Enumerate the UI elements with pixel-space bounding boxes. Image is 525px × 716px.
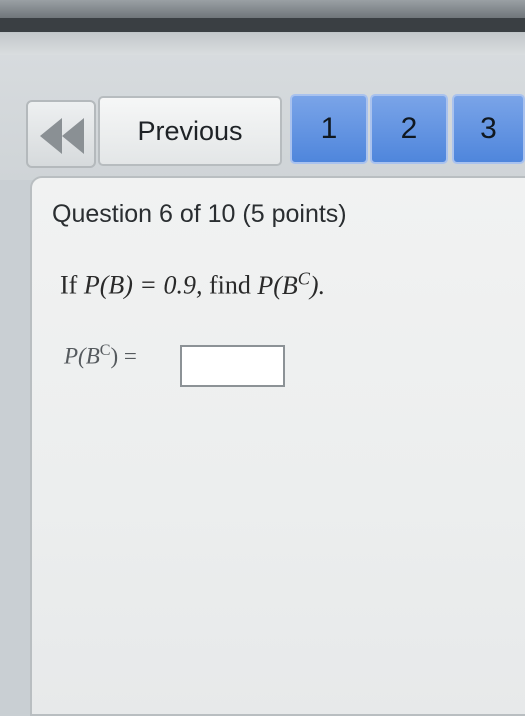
question-card [30,176,525,716]
previous-button[interactable]: Previous [98,96,282,166]
page-3-button[interactable]: 3 [452,94,525,164]
double-left-arrow-icon [40,118,84,154]
question-target: P(BC). [257,268,326,300]
answer-label: P(BC) = [64,342,137,370]
answer-label-close: ) = [110,343,137,369]
question-target-superscript: C [297,268,310,288]
question-target-main: P(B [257,270,298,300]
question-given: P(B) = 0.9, [83,270,203,300]
question-prefix: If [60,270,78,300]
question-text: If P(B) = 0.9, find P(BC). [60,268,325,301]
question-target-close: ). [309,270,326,300]
page-1-button[interactable]: 1 [290,94,368,164]
top-edge-strip [0,18,525,32]
question-header: Question 6 of 10 (5 points) [52,200,347,228]
answer-label-superscript: C [99,342,111,359]
answer-input[interactable] [180,345,285,387]
answer-label-main: P(B [64,343,100,369]
page-2-button[interactable]: 2 [370,94,448,164]
browser-top-bar [0,0,525,55]
first-page-button[interactable] [26,100,96,168]
question-find: find [208,270,251,300]
